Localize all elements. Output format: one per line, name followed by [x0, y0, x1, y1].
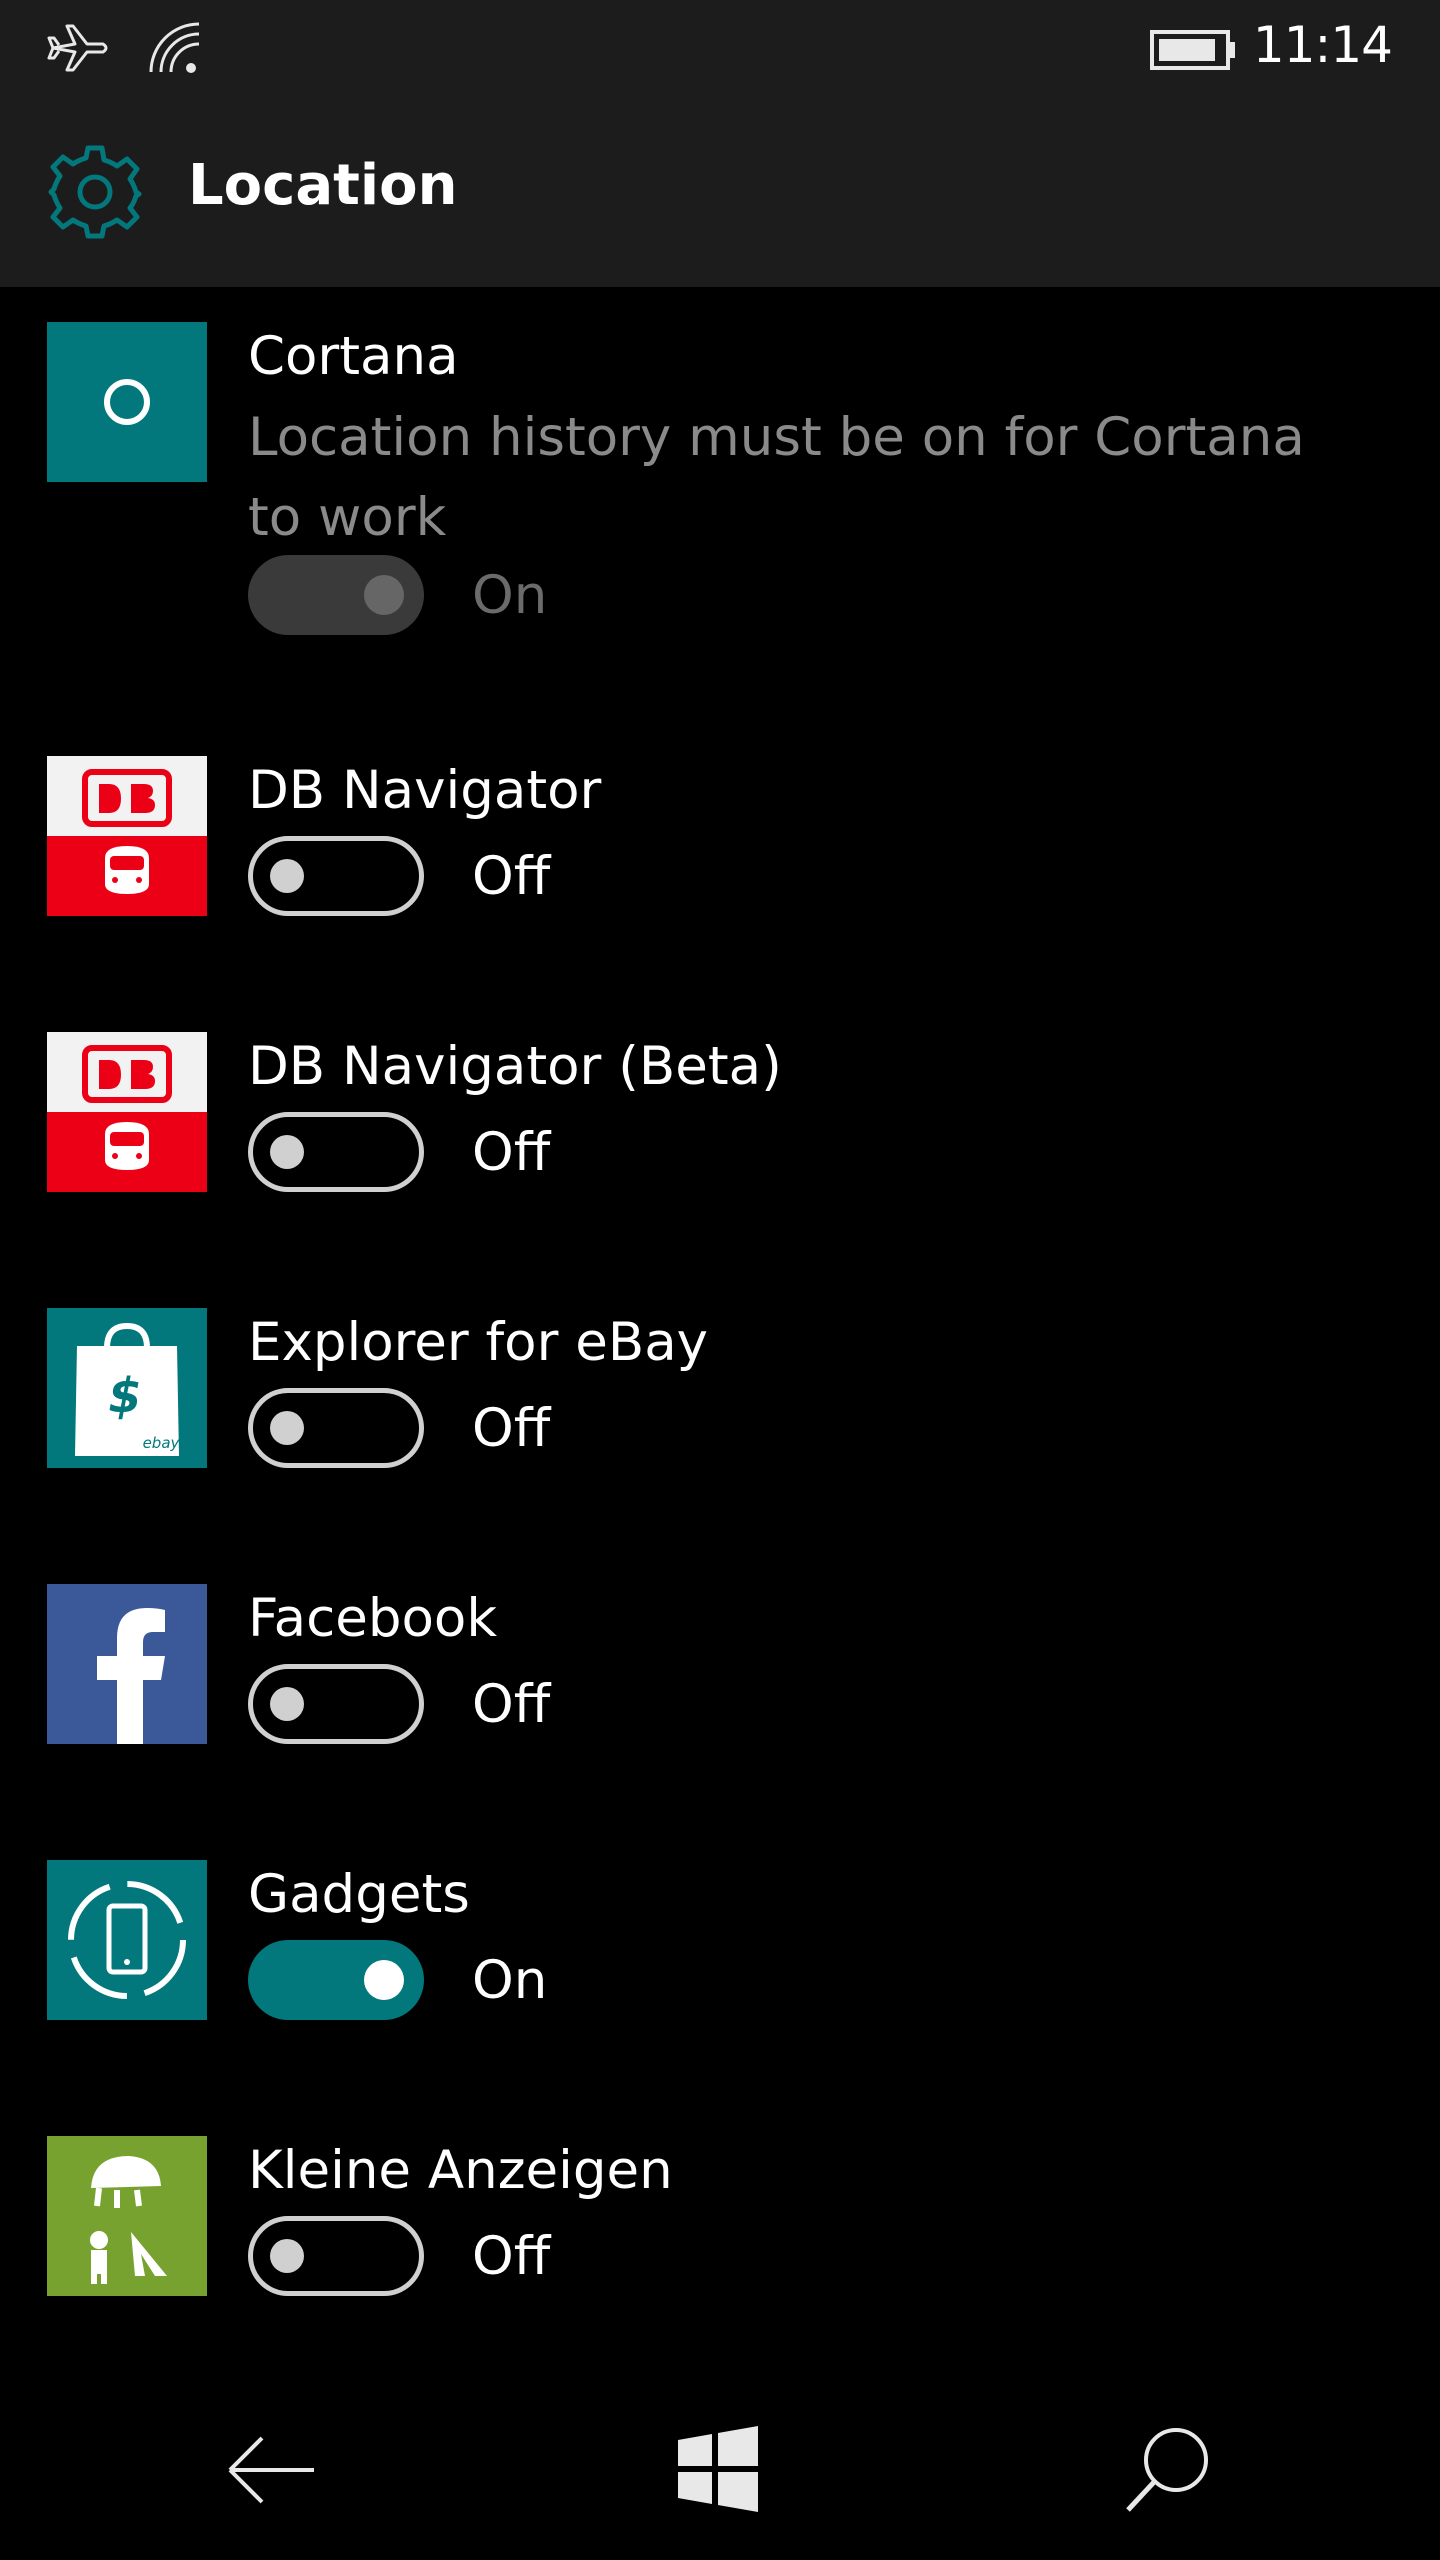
app-name: Gadgets	[248, 1864, 470, 1925]
kleine-anzeigen-icon	[47, 2136, 207, 2296]
toggle-knob	[364, 1960, 404, 2000]
ebay-text: ebay	[143, 1434, 181, 1452]
windows-start-icon[interactable]	[668, 2420, 768, 2520]
list-item-kleine-anzeigen: Kleine Anzeigen Off	[0, 2136, 1440, 2347]
app-location-list[interactable]: Cortana Location history must be on for …	[0, 287, 1440, 2347]
location-toggle-gadgets[interactable]	[248, 1940, 424, 2020]
gadgets-icon	[47, 1860, 207, 2020]
toggle-knob	[270, 1687, 304, 1721]
back-arrow-icon[interactable]	[222, 2420, 322, 2520]
app-description: Location history must be on for Cortana …	[248, 407, 1305, 548]
list-item-db-navigator: DB Navigator Off	[0, 756, 1440, 1026]
app-name: DB Navigator (Beta)	[248, 1036, 782, 1097]
db-navigator-icon	[47, 756, 207, 916]
app-name: Explorer for eBay	[248, 1312, 709, 1373]
list-item-facebook: Facebook Off	[0, 1584, 1440, 1854]
location-toggle-cortana	[248, 555, 424, 635]
clock: 11:14	[1252, 16, 1393, 74]
toggle-state-label: Off	[472, 1122, 551, 1183]
toggle-state-label: Off	[472, 1398, 551, 1459]
toggle-knob	[270, 2239, 304, 2273]
ebay-bag-icon: $ ebay	[47, 1308, 207, 1468]
status-bar: 11:14	[0, 0, 1440, 95]
toggle-knob	[364, 575, 404, 615]
toggle-state-label: Off	[472, 2226, 551, 2287]
search-icon[interactable]	[1118, 2420, 1218, 2520]
cortana-icon	[47, 322, 207, 482]
toggle-state-label: Off	[472, 1674, 551, 1735]
location-toggle-db-navigator[interactable]	[248, 836, 424, 916]
location-toggle-explorer-for-ebay[interactable]	[248, 1388, 424, 1468]
wifi-icon	[145, 18, 205, 82]
navigation-bar	[0, 2380, 1440, 2560]
location-toggle-kleine-anzeigen[interactable]	[248, 2216, 424, 2296]
location-toggle-facebook[interactable]	[248, 1664, 424, 1744]
toggle-knob	[270, 1411, 304, 1445]
facebook-icon	[47, 1584, 207, 1744]
list-item-gadgets: Gadgets On	[0, 1860, 1440, 2130]
db-navigator-beta-icon	[47, 1032, 207, 1192]
list-item-explorer-for-ebay: $ ebay Explorer for eBay Off	[0, 1308, 1440, 1578]
app-name: Facebook	[248, 1588, 498, 1649]
page-title: Location	[188, 153, 458, 218]
page-header: Location	[0, 95, 1440, 287]
toggle-state-label: On	[472, 565, 548, 626]
battery-icon	[1150, 28, 1238, 76]
list-item-cortana: Cortana Location history must be on for …	[0, 322, 1440, 722]
airplane-icon	[45, 18, 115, 82]
app-name: DB Navigator	[248, 760, 602, 821]
toggle-state-label: Off	[472, 846, 551, 907]
toggle-knob	[270, 1135, 304, 1169]
gear-icon	[45, 142, 145, 242]
toggle-knob	[270, 859, 304, 893]
app-name: Kleine Anzeigen	[248, 2140, 673, 2201]
list-item-db-navigator-beta: DB Navigator (Beta) Off	[0, 1032, 1440, 1302]
location-toggle-db-navigator-beta[interactable]	[248, 1112, 424, 1192]
svg-text:$: $	[108, 1368, 141, 1424]
app-name: Cortana	[248, 326, 459, 387]
toggle-state-label: On	[472, 1950, 548, 2011]
